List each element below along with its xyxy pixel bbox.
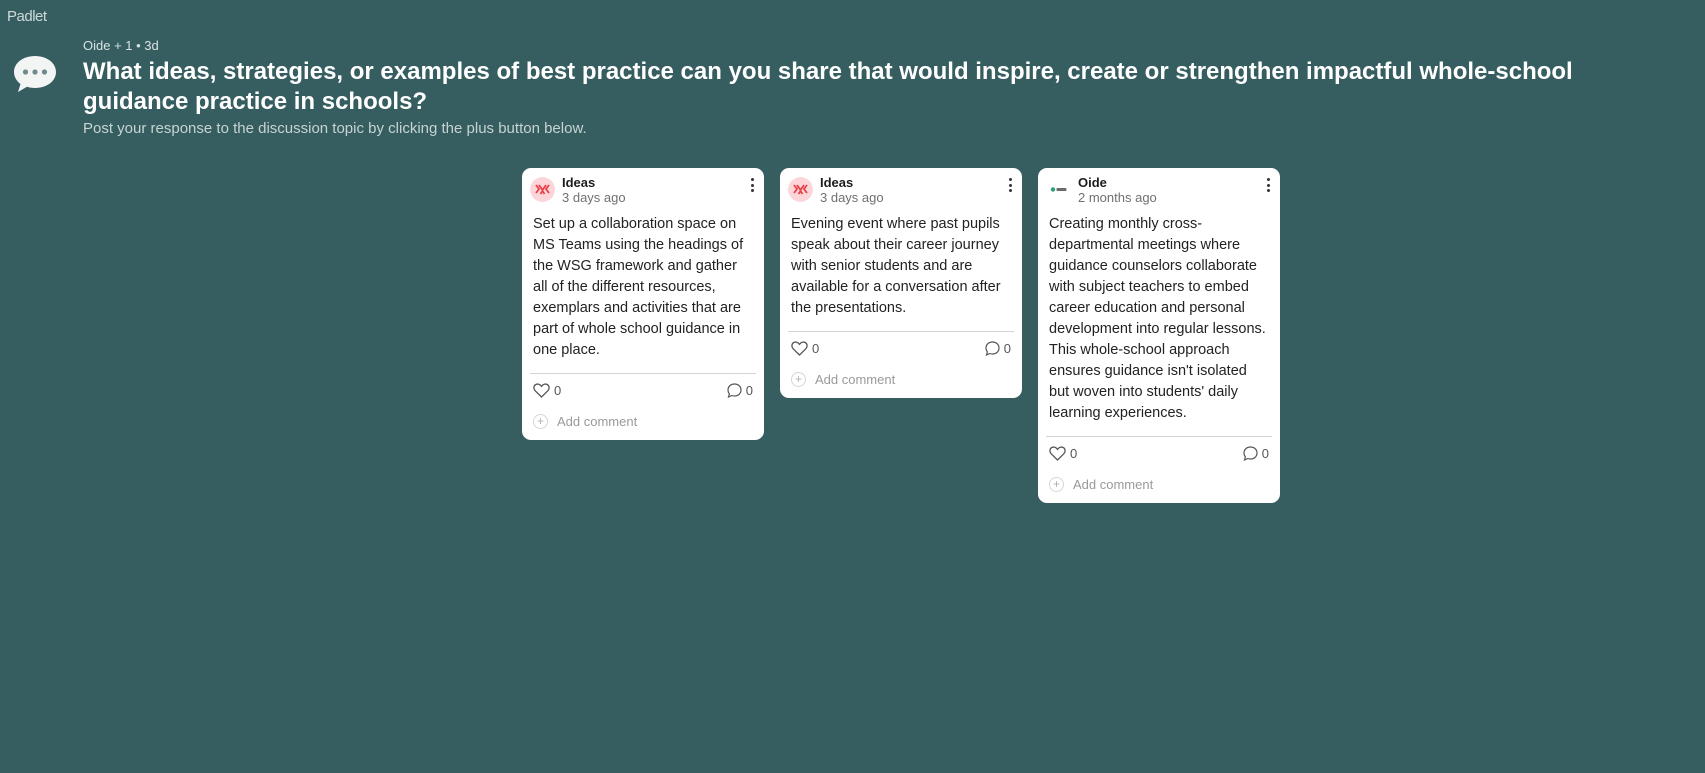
more-options-icon[interactable]: [1262, 177, 1274, 193]
post-reactions: 0 0: [522, 374, 764, 408]
post-reactions: 0 0: [780, 332, 1022, 366]
board-header: Oide + 1 • 3d What ideas, strategies, or…: [83, 38, 1683, 137]
heart-icon: [791, 341, 808, 356]
board-meta[interactable]: Oide + 1 • 3d: [83, 38, 1683, 56]
post-time: 3 days ago: [562, 190, 626, 205]
comment-count-button[interactable]: 0: [1243, 446, 1269, 461]
comment-count: 0: [1003, 341, 1011, 356]
plus-icon: +: [533, 413, 548, 429]
like-count: 0: [1070, 446, 1078, 461]
more-options-icon[interactable]: [746, 177, 758, 193]
padlet-logo[interactable]: Padlet: [7, 8, 47, 25]
post-header: Oide 2 months ago: [1038, 168, 1280, 210]
heart-icon: [1049, 446, 1066, 461]
speech-bubble-icon: [14, 56, 56, 92]
comment-count: 0: [745, 383, 753, 398]
comment-count: 0: [1261, 446, 1269, 461]
post-card[interactable]: Oide 2 months ago Creating monthly cross…: [1038, 168, 1280, 503]
post-author[interactable]: Oide: [1078, 175, 1107, 190]
post-card[interactable]: Ideas 3 days ago Evening event where pas…: [780, 168, 1022, 398]
avatar[interactable]: [530, 177, 555, 202]
like-button[interactable]: 0: [533, 383, 561, 398]
post-body: Evening event where past pupils speak ab…: [791, 216, 1001, 316]
heart-icon: [533, 383, 550, 398]
like-button[interactable]: 0: [1049, 446, 1077, 461]
like-count: 0: [554, 383, 562, 398]
post-header: Ideas 3 days ago: [780, 168, 1022, 210]
comment-count-button[interactable]: 0: [727, 383, 753, 398]
post-body: Set up a collaboration space on MS Teams…: [533, 216, 744, 358]
post-body: Creating monthly cross-departmental meet…: [1049, 216, 1266, 421]
board-subtitle: Post your response to the discussion top…: [83, 120, 587, 137]
post-author[interactable]: Ideas: [562, 175, 595, 190]
post-reactions: 0 0: [1038, 437, 1280, 471]
add-comment-button[interactable]: + Add comment: [1038, 471, 1280, 497]
comment-icon: [727, 383, 742, 398]
comment-icon: [1243, 446, 1258, 461]
post-card[interactable]: Ideas 3 days ago Set up a collaboration …: [522, 168, 764, 440]
board-title: What ideas, strategies, or examples of b…: [83, 58, 1573, 115]
post-time: 2 months ago: [1078, 190, 1157, 205]
comment-count-button[interactable]: 0: [985, 341, 1011, 356]
plus-icon: +: [791, 371, 806, 387]
add-comment-button[interactable]: + Add comment: [780, 366, 1022, 392]
add-comment-label: Add comment: [1073, 476, 1154, 492]
comment-icon: [985, 341, 1000, 356]
post-time: 3 days ago: [820, 190, 884, 205]
like-count: 0: [812, 341, 820, 356]
post-header: Ideas 3 days ago: [522, 168, 764, 210]
more-options-icon[interactable]: [1004, 177, 1016, 193]
add-comment-label: Add comment: [557, 413, 638, 429]
avatar[interactable]: [1046, 177, 1071, 202]
like-button[interactable]: 0: [791, 341, 819, 356]
avatar[interactable]: [788, 177, 813, 202]
plus-icon: +: [1049, 476, 1064, 492]
add-comment-button[interactable]: + Add comment: [522, 408, 764, 434]
post-author[interactable]: Ideas: [820, 175, 853, 190]
add-comment-label: Add comment: [815, 371, 896, 387]
